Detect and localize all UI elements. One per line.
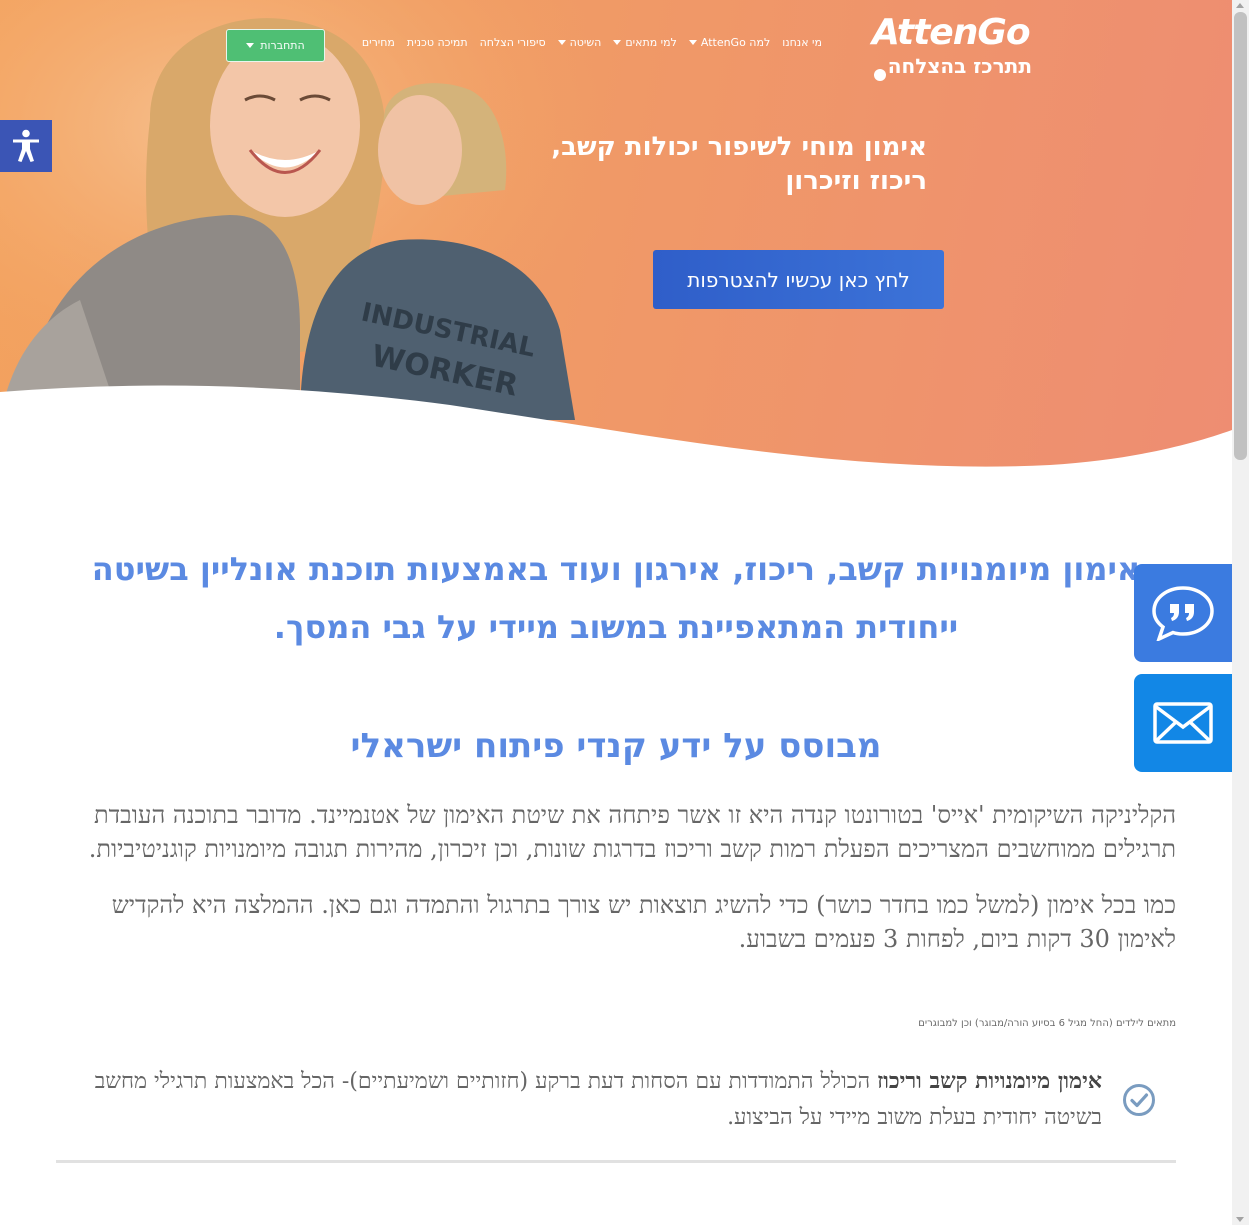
chevron-down-icon: [557, 40, 566, 45]
chevron-down-icon: [246, 43, 255, 48]
nav-item-method[interactable]: השיטה: [557, 36, 602, 49]
hero-section: INDUSTRIAL WORKER AttenGo תתרכז בהצלחה מ…: [0, 0, 1232, 470]
nav-item-label: מי אנחנו: [782, 36, 822, 49]
hero-photo: INDUSTRIAL WORKER: [0, 0, 600, 420]
nav-item-about[interactable]: מי אנחנו: [782, 36, 822, 49]
nav-item-label: תמיכה טכנית: [406, 36, 468, 49]
scroll-up-arrow-icon[interactable]: [1236, 3, 1244, 8]
logo-eye-icon: [874, 69, 886, 81]
nav-item-prices[interactable]: מחירים: [362, 36, 395, 49]
scroll-down-arrow-icon[interactable]: [1236, 1217, 1244, 1222]
check-circle-icon: [1123, 1083, 1155, 1116]
join-now-button[interactable]: לחץ כאן עכשיו להצטרפות: [653, 250, 944, 309]
nav-item-success-stories[interactable]: סיפורי הצלחה: [480, 36, 546, 49]
login-button-label: התחברות: [260, 39, 305, 52]
paragraph-practice: כמו בכל אימון (למשל כמו בחדר כושר) כדי ל…: [111, 891, 1176, 953]
page-scrollbar[interactable]: [1232, 0, 1249, 1225]
suitability-note: מתאים לילדים (החל מגיל 6 בסיוע הורה/מבוג…: [918, 1018, 1176, 1029]
hero-title: אימון מוחי לשיפור יכולות קשב, ריכוז וזיכ…: [551, 132, 927, 196]
paragraph-clinic: הקליניקה השיקומית 'אייס' בטורונטו קנדה ה…: [88, 801, 1176, 863]
logo-text: AttenGo: [872, 12, 1031, 53]
hero-wave: [0, 385, 1232, 470]
nav-item-label: מחירים: [361, 36, 395, 49]
nav-item-label: השיטה: [569, 36, 602, 49]
login-button[interactable]: התחברות: [226, 29, 325, 62]
check-icon-wrap: [1102, 1083, 1176, 1117]
brand-logo[interactable]: AttenGo תתרכז בהצלחה: [872, 10, 1042, 81]
feature-bold: אימון מיומנויות קשב וריכוז: [877, 1068, 1102, 1094]
logo-tagline: תתרכז בהצלחה: [887, 54, 1032, 78]
accessibility-button[interactable]: [0, 120, 52, 172]
nav-item-label: סיפורי הצלחה: [479, 36, 546, 49]
feature-item: אימון מיומנויות קשב וריכוז הכולל התמודדו…: [56, 1063, 1176, 1136]
nav-item-for-whom[interactable]: למי מתאים: [613, 36, 677, 49]
nav-item-label: למי מתאים: [625, 36, 677, 49]
section-divider: [56, 1160, 1176, 1163]
testimonials-button[interactable]: [1134, 564, 1232, 662]
envelope-icon: [1153, 702, 1213, 744]
main-content: אימון מיומנויות קשב, ריכוז, אירגון ועוד …: [56, 540, 1176, 1163]
feature-text: אימון מיומנויות קשב וריכוז הכולל התמודדו…: [56, 1063, 1102, 1136]
accessibility-icon: [13, 129, 39, 162]
contact-mail-button[interactable]: [1134, 674, 1232, 772]
quote-bubble-icon: [1152, 586, 1214, 641]
chevron-down-icon: [688, 40, 697, 45]
chevron-down-icon: [613, 40, 622, 45]
nav-item-label: למה AttenGo: [700, 36, 771, 49]
nav-item-why[interactable]: למה AttenGo: [688, 36, 771, 49]
sub-heading: מבוסס על ידע קנדי פיתוח ישראלי: [350, 726, 882, 766]
scrollbar-thumb[interactable]: [1234, 12, 1247, 460]
main-nav: מי אנחנו למה AttenGo למי מתאים השיטה סיפ…: [362, 36, 822, 49]
intro-heading: אימון מיומנויות קשב, ריכוז, אירגון ועוד …: [91, 550, 1141, 646]
page: INDUSTRIAL WORKER AttenGo תתרכז בהצלחה מ…: [0, 0, 1249, 1225]
join-now-label: לחץ כאן עכשיו להצטרפות: [687, 267, 910, 292]
nav-item-tech-support[interactable]: תמיכה טכנית: [407, 36, 468, 49]
